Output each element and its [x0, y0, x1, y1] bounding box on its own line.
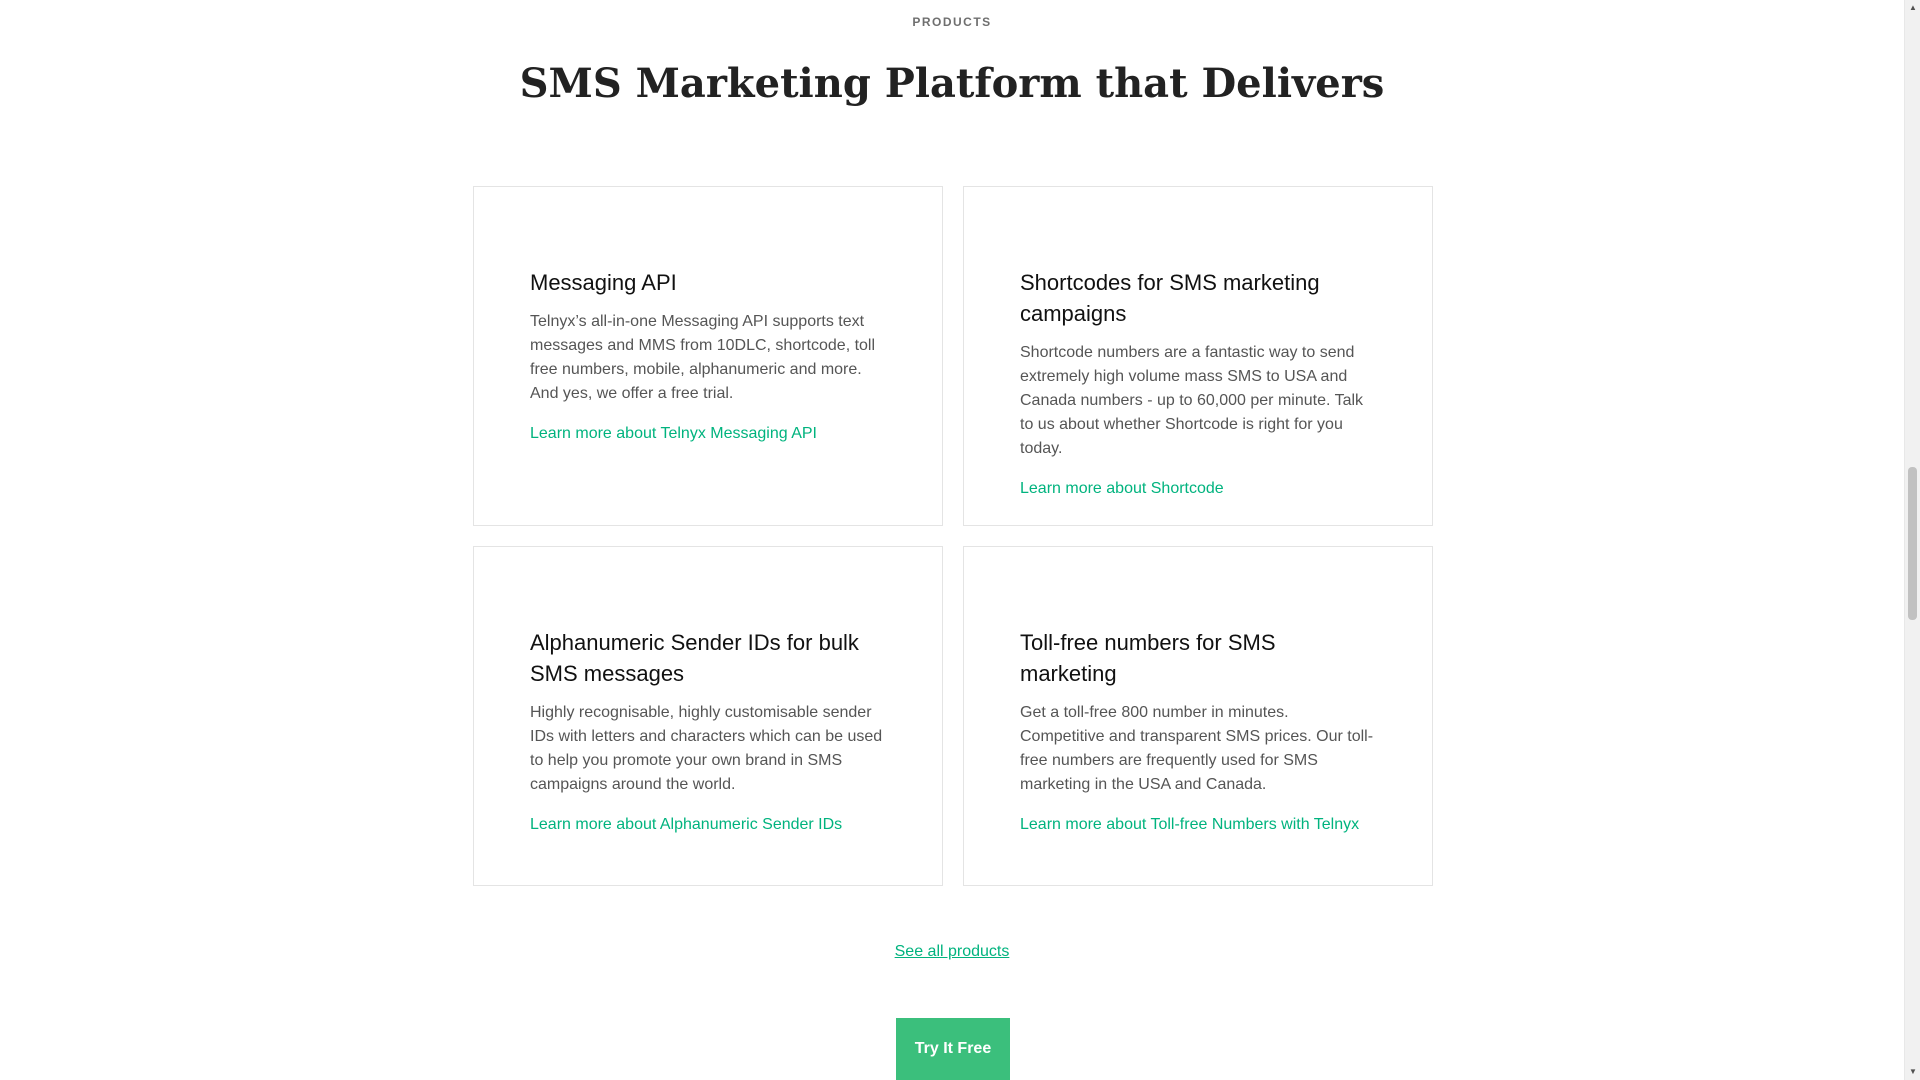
product-card-messaging-api: Messaging API Telnyx’s all-in-one Messag…	[473, 186, 943, 526]
product-card-shortcodes: Shortcodes for SMS marketing campaigns S…	[963, 186, 1433, 526]
learn-more-shortcode-link[interactable]: Learn more about Shortcode	[1020, 479, 1224, 499]
products-section: PRODUCTS SMS Marketing Platform that Del…	[0, 0, 1904, 1080]
card-description: Telnyx’s all-in-one Messaging API suppor…	[530, 313, 876, 402]
see-all-products-link[interactable]: See all products	[895, 943, 1010, 960]
card-title: Messaging API	[530, 270, 677, 295]
card-description: Get a toll-free 800 number in minutes. C…	[1020, 704, 1374, 793]
scrollbar-thumb[interactable]	[1908, 467, 1917, 620]
product-card-toll-free: Toll-free numbers for SMS marketing Get …	[963, 546, 1433, 886]
section-title: SMS Marketing Platform that Delivers	[519, 60, 1385, 107]
learn-more-toll-free-link[interactable]: Learn more about Toll-free Numbers with …	[1020, 815, 1359, 835]
scroll-up-arrow-icon[interactable]: ▲	[1905, 0, 1920, 16]
scroll-down-arrow-icon[interactable]: ▼	[1905, 1064, 1920, 1080]
product-card-alphanumeric: Alphanumeric Sender IDs for bulk SMS mes…	[473, 546, 943, 886]
learn-more-alphanumeric-link[interactable]: Learn more about Alphanumeric Sender IDs	[530, 815, 842, 835]
product-grid: Messaging API Telnyx’s all-in-one Messag…	[473, 186, 1433, 886]
card-title: Toll-free numbers for SMS marketing	[1020, 630, 1276, 686]
section-eyebrow: PRODUCTS	[912, 15, 992, 29]
vertical-scrollbar[interactable]: ▲ ▼	[1904, 0, 1920, 1080]
card-title: Shortcodes for SMS marketing campaigns	[1020, 270, 1320, 326]
card-title: Alphanumeric Sender IDs for bulk SMS mes…	[530, 630, 859, 686]
page: PRODUCTS SMS Marketing Platform that Del…	[0, 0, 1920, 1080]
card-description: Shortcode numbers are a fantastic way to…	[1020, 344, 1364, 457]
card-description: Highly recognisable, highly customisable…	[530, 704, 883, 793]
try-it-free-button[interactable]: Try It Free	[896, 1018, 1010, 1080]
see-all-container: See all products	[0, 943, 1904, 961]
learn-more-messaging-api-link[interactable]: Learn more about Telnyx Messaging API	[530, 424, 817, 444]
